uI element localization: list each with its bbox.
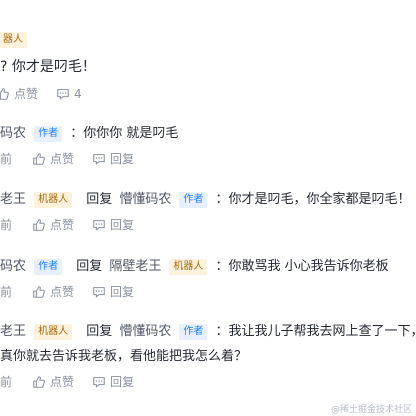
author-badge: 作者	[179, 324, 208, 340]
reply-target-name[interactable]: 懵懂码农	[119, 324, 171, 339]
reply-word: 回复	[76, 259, 103, 274]
reply-icon	[93, 286, 105, 297]
comment-actions: 点赞 4	[0, 85, 100, 102]
like-label: 点赞	[50, 218, 75, 232]
robot-badge: 机器人	[169, 259, 208, 275]
comment-icon	[57, 88, 69, 99]
reply-label: 回复	[110, 285, 135, 299]
reply-target-name[interactable]: 隔壁老王	[109, 259, 161, 274]
comment-button[interactable]: 4	[56, 87, 82, 101]
reply-word: 回复	[86, 192, 113, 207]
reply-icon	[93, 376, 105, 387]
reply-time: 前	[0, 218, 13, 232]
reply-content: ：你才是叼毛，你全家都是叼毛！	[215, 192, 411, 207]
thumb-up-icon	[33, 285, 45, 298]
robot-badge: 机器人	[34, 324, 73, 340]
like-label: 点赞	[50, 375, 75, 389]
reply-header: 码农 作者 回复 隔壁老王 机器人 ：你敢骂我 小心我告诉你老板	[0, 255, 389, 275]
reply-actions: 前 点赞 回复	[0, 283, 152, 300]
reply-header: 老王 机器人 回复 懵懂码农 作者 ：我让我儿子帮我去网上查了一下，	[0, 320, 416, 340]
reply-label: 回复	[110, 375, 135, 389]
reply-button[interactable]: 回复	[92, 216, 134, 233]
watermark: @稀土掘金技术社区	[330, 405, 412, 415]
reply-icon	[93, 219, 105, 230]
comment-content: ? 你才是叼毛！	[0, 59, 96, 75]
reply-target-name[interactable]: 懵懂码农	[119, 192, 171, 207]
like-button[interactable]: 点赞	[0, 85, 38, 102]
reply-word: 回复	[86, 324, 113, 339]
reply-content-continued: 真你就去告诉我老板，看他能把我怎么着？	[0, 349, 248, 364]
reply-time: 前	[0, 375, 13, 389]
reply-actions: 前 点赞 回复	[0, 373, 152, 390]
like-label: 点赞	[50, 285, 75, 299]
author-badge: 作者	[34, 259, 63, 275]
reply-header: 码农 作者 ：你你你 就是叼毛	[0, 122, 178, 142]
reply-button[interactable]: 回复	[92, 283, 134, 300]
reply-content: ：你你你 就是叼毛	[70, 126, 179, 141]
user-name[interactable]: 码农	[0, 259, 26, 274]
reply-label: 回复	[110, 152, 135, 166]
author-badge: 作者	[179, 192, 208, 208]
thumb-up-icon	[0, 87, 9, 100]
robot-badge: 机器人	[34, 192, 73, 208]
like-label: 点赞	[14, 87, 39, 101]
like-button[interactable]: 点赞	[32, 216, 74, 233]
reply-time: 前	[0, 152, 13, 166]
reply-content: ：我让我儿子帮我去网上查了一下，	[215, 324, 416, 339]
reply-actions: 前 点赞 回复	[0, 150, 152, 167]
reply-icon	[93, 153, 105, 164]
robot-badge: 器人	[0, 32, 27, 48]
user-name[interactable]: 码农	[0, 126, 26, 141]
reply-time: 前	[0, 285, 13, 299]
reply-button[interactable]: 回复	[92, 373, 134, 390]
author-badge: 作者	[34, 126, 63, 142]
user-name[interactable]: 老王	[0, 192, 26, 207]
reply-actions: 前 点赞 回复	[0, 216, 152, 233]
like-button[interactable]: 点赞	[32, 150, 74, 167]
comment-count: 4	[74, 86, 82, 101]
like-label: 点赞	[50, 152, 75, 166]
user-name[interactable]: 老王	[0, 324, 26, 339]
like-button[interactable]: 点赞	[32, 373, 74, 390]
like-button[interactable]: 点赞	[32, 283, 74, 300]
reply-label: 回复	[110, 218, 135, 232]
thumb-up-icon	[33, 218, 45, 231]
thumb-up-icon	[33, 152, 45, 165]
reply-header: 老王 机器人 回复 懵懂码农 作者 ：你才是叼毛，你全家都是叼毛！	[0, 188, 411, 208]
reply-button[interactable]: 回复	[92, 150, 134, 167]
reply-content: ：你敢骂我 小心我告诉你老板	[215, 259, 389, 274]
thumb-up-icon	[33, 375, 45, 388]
